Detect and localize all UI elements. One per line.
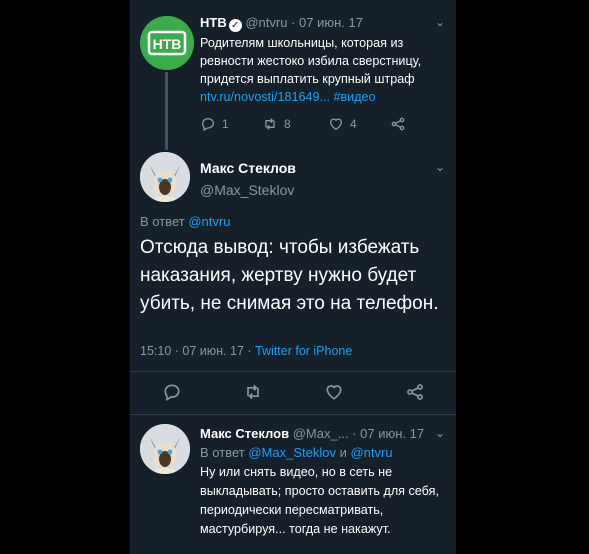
avatar[interactable]	[140, 152, 190, 202]
heart-icon	[326, 385, 342, 400]
avatar[interactable]	[140, 424, 190, 474]
like-button[interactable]	[324, 382, 344, 407]
author-handle[interactable]: @Max_Steklov	[200, 182, 294, 198]
tweet-time[interactable]: 15:10	[140, 344, 171, 358]
separator: ·	[247, 344, 252, 358]
share-icon	[391, 117, 405, 131]
reply-to-link[interactable]: @Max_Steklov	[248, 445, 336, 460]
thread-line	[165, 72, 168, 150]
reply-and: и	[339, 445, 347, 460]
verified-icon: ✓	[228, 19, 242, 32]
tweet-text: Отсюда вывод: чтобы избежать наказания, …	[140, 237, 439, 314]
divider	[130, 371, 456, 372]
tweet-header: Макс Стеклов @Max_... · 07 июн. 17	[200, 426, 424, 441]
reply-to-link[interactable]: @ntvru	[350, 445, 392, 460]
cat-avatar-icon	[140, 152, 190, 202]
like-button[interactable]: 4	[328, 116, 357, 132]
like-count: 4	[350, 117, 357, 131]
author-name[interactable]: Макс Стеклов	[200, 160, 296, 176]
reply-icon	[164, 384, 180, 401]
tweet-text: Родителям школьницы, которая из ревности…	[200, 34, 445, 106]
tweet-date[interactable]: 07 июн. 17	[360, 426, 424, 441]
hashtag-link[interactable]: #видео	[333, 90, 375, 104]
share-button[interactable]	[390, 116, 406, 132]
heart-icon	[329, 118, 343, 131]
separator: ·	[352, 426, 357, 441]
tweet-date[interactable]: 07 июн. 17	[299, 15, 363, 30]
chevron-down-icon[interactable]: ⌄	[435, 15, 445, 29]
reply-icon	[201, 117, 215, 132]
tweet-text: Ну или снять видео, но в сеть не выклады…	[200, 465, 439, 536]
author-handle[interactable]: @ntvru	[245, 15, 287, 30]
retweet-button[interactable]: 8	[262, 116, 291, 132]
share-icon	[407, 384, 423, 400]
tweet-date[interactable]: 07 июн. 17	[182, 344, 244, 358]
tweet-meta: 15:10 · 07 июн. 17 · Twitter for iPhone	[140, 344, 352, 358]
tweet-body: Родителям школьницы, которая из ревности…	[200, 36, 422, 86]
tweet-header: НТВ ✓ @ntvru · 07 июн. 17	[200, 15, 363, 32]
share-button[interactable]	[405, 382, 425, 407]
tweet-actions	[130, 382, 456, 406]
tweet-source[interactable]: Twitter for iPhone	[255, 344, 352, 358]
reply-count: 1	[222, 117, 229, 131]
cat-avatar-icon	[140, 424, 190, 474]
divider	[130, 414, 456, 415]
reply-context: В ответ @Max_Steklov и @ntvru	[200, 445, 393, 460]
ntv-avatar[interactable]: НТВ	[140, 16, 194, 70]
chevron-down-icon[interactable]: ⌄	[435, 160, 445, 174]
retweet-button[interactable]	[243, 382, 263, 407]
timeline-column: НТВ НТВ ✓ @ntvru · 07 июн. 17 ⌄ Родителям…	[130, 0, 456, 554]
separator: ·	[291, 15, 296, 30]
author-name[interactable]: НТВ	[200, 15, 227, 30]
ntv-logo-text: НТВ	[153, 36, 182, 52]
reply-button[interactable]	[162, 382, 182, 407]
tweet-link[interactable]: ntv.ru/novosti/181649...	[200, 90, 330, 104]
reply-prefix: В ответ	[140, 214, 185, 229]
separator: ·	[174, 344, 179, 358]
reply-button[interactable]: 1	[200, 116, 229, 132]
reply-to-link[interactable]: @ntvru	[188, 214, 230, 229]
reply-prefix: В ответ	[200, 445, 245, 460]
retweet-icon	[265, 118, 275, 130]
chevron-down-icon[interactable]: ⌄	[435, 426, 445, 440]
retweet-count: 8	[284, 117, 291, 131]
retweet-icon	[247, 384, 259, 400]
author-handle[interactable]: @Max_...	[293, 426, 349, 441]
author-name[interactable]: Макс Стеклов	[200, 426, 289, 441]
ntv-logo-icon: НТВ	[140, 16, 194, 70]
reply-context: В ответ @ntvru	[140, 214, 230, 229]
tweet-actions: 1 8 4	[200, 116, 440, 134]
